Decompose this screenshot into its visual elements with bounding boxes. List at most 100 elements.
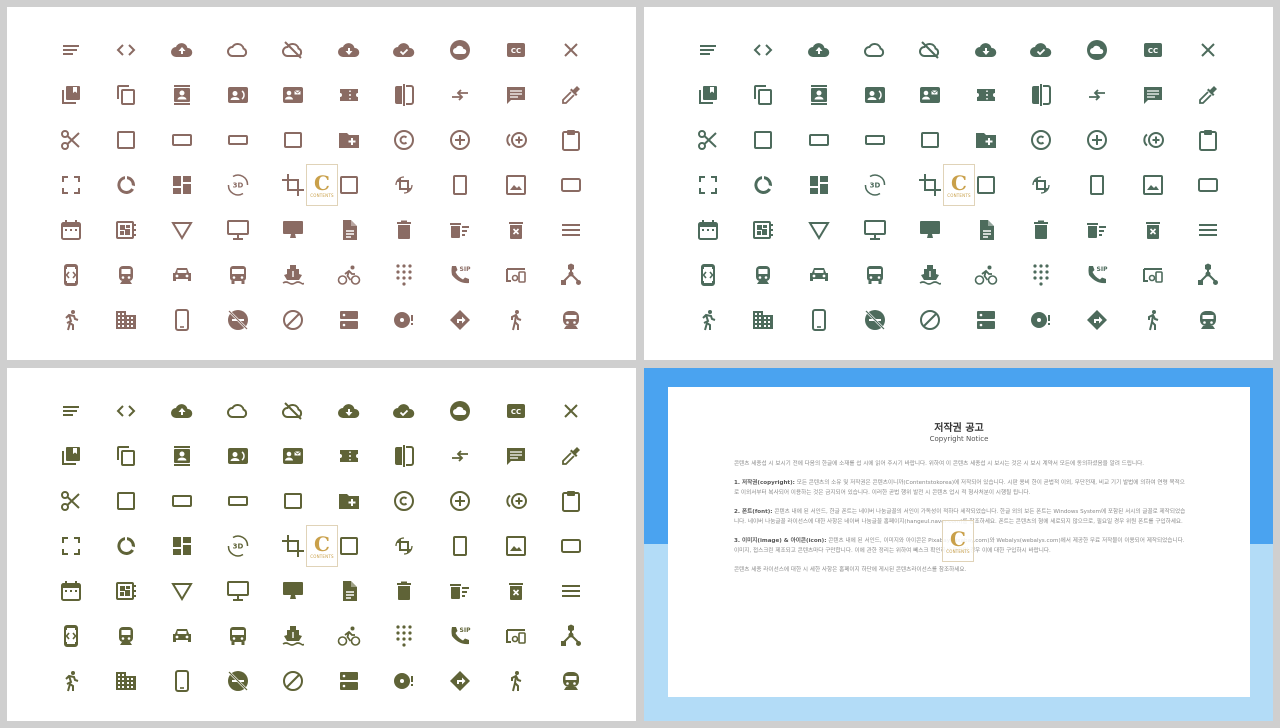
do-not-disturb-icon — [265, 297, 321, 342]
icon-slide-brown[interactable]: CC 3D SIP C CONTENTS — [7, 7, 636, 360]
watermark-logo: C CONTENTS — [306, 164, 338, 206]
contact-card-icon — [847, 72, 903, 117]
dns-icon — [321, 297, 377, 342]
cloud-off-icon — [265, 388, 321, 433]
notice-subtitle: Copyright Notice — [929, 435, 989, 443]
closed-caption-icon: CC — [488, 388, 544, 433]
dehaze-icon — [1180, 207, 1236, 252]
crop-original-icon — [1125, 162, 1181, 207]
dialer-sip-icon: SIP — [432, 252, 488, 297]
crop-portrait-icon — [1069, 162, 1125, 207]
crop-rotate-icon — [377, 523, 433, 568]
code-icon — [736, 27, 792, 72]
directions-bus-icon — [210, 252, 266, 297]
desktop-windows-icon — [847, 207, 903, 252]
crop-free-icon — [43, 523, 99, 568]
directions-boat-icon — [265, 252, 321, 297]
directions-boat-icon — [902, 252, 958, 297]
directions-car-icon — [791, 252, 847, 297]
date-range-icon — [43, 207, 99, 252]
directions-walk-icon — [488, 297, 544, 342]
cloud-upload-icon — [791, 27, 847, 72]
short-text-icon — [43, 388, 99, 433]
domain-icon — [99, 658, 155, 703]
notice-section-head: 2. 폰트(font): — [734, 509, 773, 515]
dialpad-icon — [377, 613, 433, 658]
description-icon — [958, 207, 1014, 252]
do-not-disturb-off-icon — [210, 297, 266, 342]
cloud-filled-icon — [432, 388, 488, 433]
phone-android-icon — [154, 658, 210, 703]
cloud-outline-icon — [847, 27, 903, 72]
crop-free-icon — [680, 162, 736, 207]
content-cut-icon — [680, 117, 736, 162]
contact-mail-icon — [265, 433, 321, 478]
content-cut-icon — [43, 117, 99, 162]
icon-slide-olive[interactable]: CC 3D SIP C CONTENTS — [7, 368, 636, 721]
crop-16-9-icon — [210, 478, 266, 523]
directions-railway-icon — [736, 252, 792, 297]
devices-other-icon — [488, 613, 544, 658]
cloud-upload-icon — [154, 27, 210, 72]
crop-free-icon — [43, 162, 99, 207]
svg-text:3D: 3D — [232, 542, 243, 550]
delete-sweep-icon — [432, 207, 488, 252]
delete-icon — [377, 207, 433, 252]
disc-full-icon — [1014, 297, 1070, 342]
compare-arrows-icon — [432, 72, 488, 117]
contact-card-icon — [210, 433, 266, 478]
details-icon — [154, 207, 210, 252]
directions-walk-icon — [488, 658, 544, 703]
device-hub-icon — [543, 613, 599, 658]
directions-run-icon — [43, 297, 99, 342]
directions-icon — [432, 658, 488, 703]
dns-icon — [321, 658, 377, 703]
directions-run-icon — [680, 297, 736, 342]
phone-android-icon — [154, 297, 210, 342]
comment-icon — [1125, 72, 1181, 117]
crop-7-5-icon — [154, 117, 210, 162]
comment-icon — [488, 72, 544, 117]
device-hub-icon — [1180, 252, 1236, 297]
cloud-filled-icon — [432, 27, 488, 72]
watermark-logo: C CONTENTS — [306, 525, 338, 567]
dialpad-icon — [1014, 252, 1070, 297]
closed-caption-icon: CC — [1125, 27, 1181, 72]
device-hub-icon — [543, 252, 599, 297]
copyright-notice-slide[interactable]: 저작권 공고 Copyright Notice 콘텐츠 세종섭 시 보시기 전에… — [644, 368, 1273, 721]
description-icon — [321, 568, 377, 613]
developer-mode-icon — [43, 613, 99, 658]
control-point-duplicate-icon — [1125, 117, 1181, 162]
directions-icon — [1069, 297, 1125, 342]
directions-railway-icon — [99, 613, 155, 658]
control-point-duplicate-icon — [488, 478, 544, 523]
contact-mail-book-icon — [154, 433, 210, 478]
colorize-icon — [543, 433, 599, 478]
dns-icon — [958, 297, 1014, 342]
confirmation-number-icon — [321, 433, 377, 478]
contact-mail-icon — [265, 72, 321, 117]
control-point-icon — [1069, 117, 1125, 162]
date-range-icon — [43, 568, 99, 613]
compare-icon — [377, 72, 433, 117]
watermark-logo: C CONTENTS — [942, 520, 974, 562]
svg-text:3D: 3D — [869, 181, 880, 189]
3d-rotation-icon: 3D — [210, 523, 266, 568]
crop-free-square-icon — [265, 117, 321, 162]
colorize-icon — [543, 72, 599, 117]
do-not-disturb-icon — [902, 297, 958, 342]
cloud-download-icon — [958, 27, 1014, 72]
cloud-download-icon — [321, 27, 377, 72]
dialer-sip-icon: SIP — [432, 613, 488, 658]
crop-7-5-icon — [791, 117, 847, 162]
icon-slide-green[interactable]: CC 3D SIP C CONTENTS — [644, 7, 1273, 360]
cloud-off-icon — [902, 27, 958, 72]
dialer-sip-icon: SIP — [1069, 252, 1125, 297]
create-new-folder-icon — [321, 117, 377, 162]
notice-intro: 콘텐츠 세종섭 시 보시기 전에 다음의 한글에 소재를 섭 시에 읽어 주시기… — [734, 461, 1145, 467]
crop-square-icon — [736, 117, 792, 162]
compare-arrows-icon — [432, 433, 488, 478]
notice-title: 저작권 공고 — [934, 423, 984, 434]
directions-walk-icon — [1125, 297, 1181, 342]
devices-other-icon — [1125, 252, 1181, 297]
